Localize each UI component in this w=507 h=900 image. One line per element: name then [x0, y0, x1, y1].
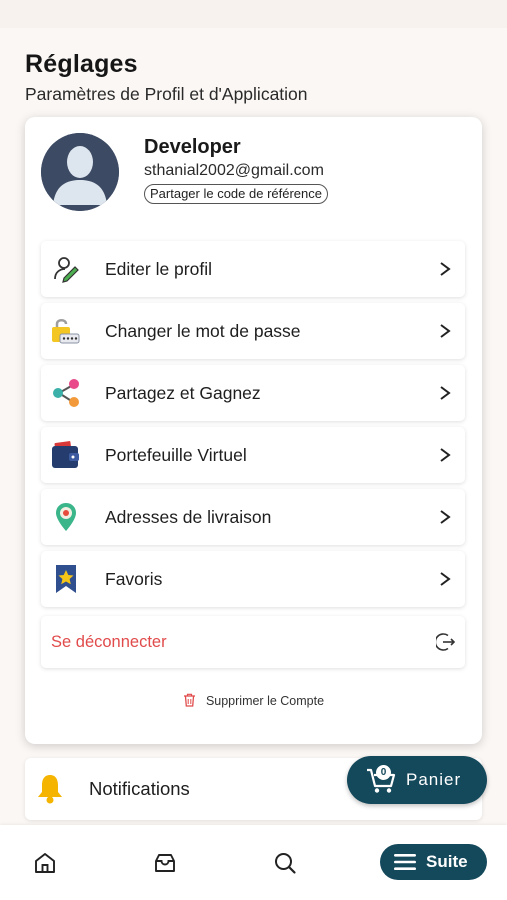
chevron-right-icon	[440, 386, 451, 400]
share-referral-code-button[interactable]: Partager le code de référence	[144, 184, 328, 204]
menu-item-label: Favoris	[105, 569, 163, 589]
chevron-right-icon	[440, 572, 451, 586]
cart-button[interactable]: 0 Panier	[347, 756, 487, 804]
trash-icon	[183, 693, 195, 707]
user-silhouette-icon	[41, 133, 119, 211]
status-bar	[0, 0, 507, 28]
wallet-icon	[52, 441, 79, 468]
logout-button[interactable]: Se déconnecter	[41, 616, 465, 668]
notifications-label: Notifications	[89, 778, 190, 799]
hamburger-menu-icon	[394, 854, 416, 870]
edit-profile-icon	[54, 257, 79, 283]
chevron-right-icon	[440, 448, 451, 462]
menu-item-virtual-wallet[interactable]: Portefeuille Virtuel	[41, 427, 465, 483]
orders-box-icon[interactable]	[153, 851, 177, 875]
search-icon[interactable]	[273, 851, 297, 875]
page-header: Réglages Paramètres de Profil et d'Appli…	[25, 50, 308, 105]
suite-menu-button[interactable]: Suite	[380, 844, 487, 880]
chevron-right-icon	[440, 510, 451, 524]
delete-account-label: Supprimer le Compte	[205, 694, 325, 708]
menu-item-share-and-earn[interactable]: Partagez et Gagnez	[41, 365, 465, 421]
cart-label: Panier	[406, 770, 462, 789]
delete-account-button[interactable]: Supprimer le Compte	[25, 693, 482, 708]
share-icon	[53, 379, 79, 407]
menu-item-label: Changer le mot de passe	[105, 321, 301, 341]
menu-item-label: Portefeuille Virtuel	[105, 445, 247, 465]
page-title: Réglages	[25, 50, 138, 78]
chevron-right-icon	[440, 262, 451, 276]
avatar[interactable]	[41, 133, 119, 211]
menu-item-change-password[interactable]: Changer le mot de passe	[41, 303, 465, 359]
profile-name: Developer	[144, 136, 241, 158]
menu-item-label: Partagez et Gagnez	[105, 383, 261, 403]
menu-item-delivery-addresses[interactable]: Adresses de livraison	[41, 489, 465, 545]
cart-count-badge: 0	[376, 765, 391, 780]
profile-email: sthanial2002@gmail.com	[144, 162, 324, 179]
home-icon[interactable]	[33, 851, 57, 875]
chevron-right-icon	[440, 324, 451, 338]
location-pin-icon	[56, 503, 76, 531]
menu-item-favorites[interactable]: Favoris	[41, 551, 465, 607]
logout-label: Se déconnecter	[51, 633, 167, 651]
menu-item-label: Adresses de livraison	[105, 507, 272, 527]
favorite-star-icon	[56, 565, 76, 593]
suite-label: Suite	[426, 852, 468, 871]
logout-icon	[436, 633, 456, 651]
menu-item-edit-profile[interactable]: Editer le profil	[41, 241, 465, 297]
menu-item-label: Editer le profil	[105, 259, 212, 279]
page-subtitle: Paramètres de Profil et d'Application	[25, 84, 308, 104]
bottom-navigation: Suite	[0, 825, 507, 900]
settings-card: Developer sthanial2002@gmail.com Partage…	[25, 117, 482, 744]
lock-password-icon	[52, 319, 80, 344]
bell-icon	[38, 775, 62, 804]
